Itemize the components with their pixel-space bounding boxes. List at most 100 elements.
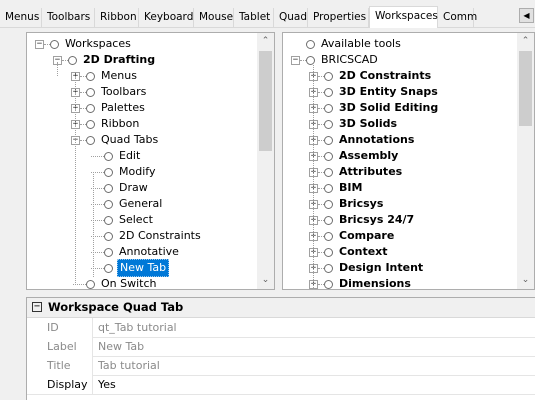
tree-node-label[interactable]: 3D Entity Snaps	[337, 84, 440, 100]
chevron-down-icon[interactable]: ⌄	[517, 272, 534, 289]
tree-node-label[interactable]: Draw	[117, 180, 150, 196]
property-row[interactable]: Label New Tab	[27, 337, 535, 357]
tree-node-label[interactable]: Modify	[117, 164, 157, 180]
tree-node[interactable]: − Quad Tabs	[27, 132, 257, 148]
tree-node[interactable]: + Design Intent	[283, 260, 513, 276]
tree-node[interactable]: Annotative	[27, 244, 257, 260]
tree-node-label[interactable]: On Switch	[99, 276, 159, 289]
tree-node[interactable]: +2D Constraints	[283, 68, 513, 84]
tree-node-label[interactable]: 2D Drafting	[81, 52, 157, 68]
tree-node-label[interactable]: Edit	[117, 148, 142, 164]
tree-node-label[interactable]: Ribbon	[99, 116, 141, 132]
radio-circle-icon	[324, 280, 333, 289]
tab-toolbars[interactable]: Toolbars	[42, 8, 95, 27]
tree-node[interactable]: −2D Drafting	[27, 52, 257, 68]
tree-node[interactable]: + Assembly	[283, 148, 513, 164]
tab-ribbon[interactable]: Ribbon	[95, 8, 139, 27]
tree-node[interactable]: General	[27, 196, 257, 212]
tab-menus[interactable]: Menus	[0, 8, 42, 27]
tree-node-label[interactable]: Menus	[99, 68, 139, 84]
property-row[interactable]: Display Yes	[27, 375, 535, 395]
tree-node[interactable]: + Toolbars	[27, 84, 257, 100]
tree-node[interactable]: + BIM	[283, 180, 513, 196]
minus-box-icon[interactable]: −	[32, 302, 42, 312]
tree-node-label[interactable]: Compare	[337, 228, 396, 244]
tree-connector	[91, 156, 104, 157]
scroll-thumb[interactable]	[259, 51, 272, 151]
tree-node-label[interactable]: Assembly	[337, 148, 400, 164]
tree-node-label[interactable]: 3D Solids	[337, 116, 399, 132]
tree-node[interactable]: + Annotations	[283, 132, 513, 148]
tree-node-label[interactable]: BRICSCAD	[319, 52, 380, 68]
tab-scroll-left-icon[interactable]: ◀	[519, 8, 534, 23]
tree-node-label[interactable]: General	[117, 196, 164, 212]
tab-tablet[interactable]: Tablet	[234, 8, 274, 27]
minus-box-icon[interactable]: −	[35, 40, 44, 49]
tab-workspaces[interactable]: Workspaces	[369, 6, 438, 28]
tree-node[interactable]: Modify	[27, 164, 257, 180]
tab-quad[interactable]: Quad	[274, 8, 308, 27]
tree-node[interactable]: Edit	[27, 148, 257, 164]
tree-node[interactable]: 2D Constraints	[27, 228, 257, 244]
property-category-header[interactable]: − Workspace Quad Tab	[27, 298, 535, 318]
tree-node[interactable]: Available tools	[283, 36, 513, 52]
tree-node[interactable]: Select	[27, 212, 257, 228]
scroll-thumb[interactable]	[519, 51, 532, 126]
tree-node[interactable]: +3D Solids	[283, 116, 513, 132]
tree-node-label[interactable]: BIM	[337, 180, 364, 196]
tree-node-label[interactable]: Quad Tabs	[99, 132, 160, 148]
workspace-tree[interactable]: − Workspaces −2D Drafting + Menus + Toolbars + P…	[26, 32, 275, 290]
tree-node[interactable]: + Palettes	[27, 100, 257, 116]
tree-node-label[interactable]: Context	[337, 244, 390, 260]
tree-node[interactable]: + Bricsys 24/7	[283, 212, 513, 228]
workspace-tree-scrollbar[interactable]: ⌃ ⌄	[257, 33, 274, 289]
tab-comm[interactable]: Comm	[438, 8, 477, 27]
tree-node-label[interactable]: Toolbars	[99, 84, 148, 100]
available-tools-tree[interactable]: Available tools − BRICSCAD +2D Constraints +…	[282, 32, 535, 290]
tab-keyboard[interactable]: Keyboard	[139, 8, 194, 27]
tree-node-label[interactable]: Bricsys	[337, 196, 385, 212]
tree-connector	[57, 62, 58, 76]
tree-node[interactable]: + Attributes	[283, 164, 513, 180]
tree-node[interactable]: +3D Solid Editing	[283, 100, 513, 116]
tree-node-label[interactable]: Palettes	[99, 100, 147, 116]
radio-circle-icon	[104, 232, 113, 241]
tree-node[interactable]: + Ribbon	[27, 116, 257, 132]
tree-node[interactable]: + Bricsys	[283, 196, 513, 212]
chevron-up-icon[interactable]: ⌃	[257, 33, 274, 50]
chevron-down-icon[interactable]: ⌄	[257, 272, 274, 289]
tree-node-label[interactable]: Bricsys 24/7	[337, 212, 416, 228]
property-row[interactable]: Title Tab tutorial	[27, 356, 535, 376]
tree-node[interactable]: On Switch	[27, 276, 257, 289]
tree-node[interactable]: New Tab	[27, 259, 257, 277]
tree-node[interactable]: Draw	[27, 180, 257, 196]
property-value[interactable]: Yes	[94, 375, 535, 394]
available-tools-scrollbar[interactable]: ⌃ ⌄	[517, 33, 534, 289]
tree-node[interactable]: + Compare	[283, 228, 513, 244]
tree-node[interactable]: − Workspaces	[27, 36, 257, 52]
tree-node-label[interactable]: 2D Constraints	[337, 68, 433, 84]
chevron-up-icon[interactable]: ⌃	[517, 33, 534, 50]
tree-node-label[interactable]: New Tab	[117, 259, 170, 277]
tree-node[interactable]: + Dimensions	[283, 276, 513, 289]
tab-mouse[interactable]: Mouse	[194, 8, 234, 27]
property-row[interactable]: ID qt_Tab tutorial	[27, 318, 535, 338]
tree-node-label[interactable]: Dimensions	[337, 276, 413, 289]
tree-node-label[interactable]: Select	[117, 212, 155, 228]
tree-node-label[interactable]: Workspaces	[63, 36, 133, 52]
radio-circle-icon	[306, 40, 315, 49]
radio-circle-icon	[324, 72, 333, 81]
tree-node[interactable]: + Menus	[27, 68, 257, 84]
tree-node-label[interactable]: Available tools	[319, 36, 403, 52]
tree-node-label[interactable]: Annotations	[337, 132, 416, 148]
tree-node-label[interactable]: Annotative	[117, 244, 181, 260]
tab-properties[interactable]: Properties	[308, 8, 369, 27]
tree-node[interactable]: + Context	[283, 244, 513, 260]
tree-node-label[interactable]: Design Intent	[337, 260, 425, 276]
tree-node-label[interactable]: Attributes	[337, 164, 404, 180]
tree-node-label[interactable]: 3D Solid Editing	[337, 100, 440, 116]
minus-box-icon[interactable]: −	[291, 56, 300, 65]
tree-node-label[interactable]: 2D Constraints	[117, 228, 203, 244]
tree-node[interactable]: − BRICSCAD	[283, 52, 513, 68]
tree-node[interactable]: +3D Entity Snaps	[283, 84, 513, 100]
